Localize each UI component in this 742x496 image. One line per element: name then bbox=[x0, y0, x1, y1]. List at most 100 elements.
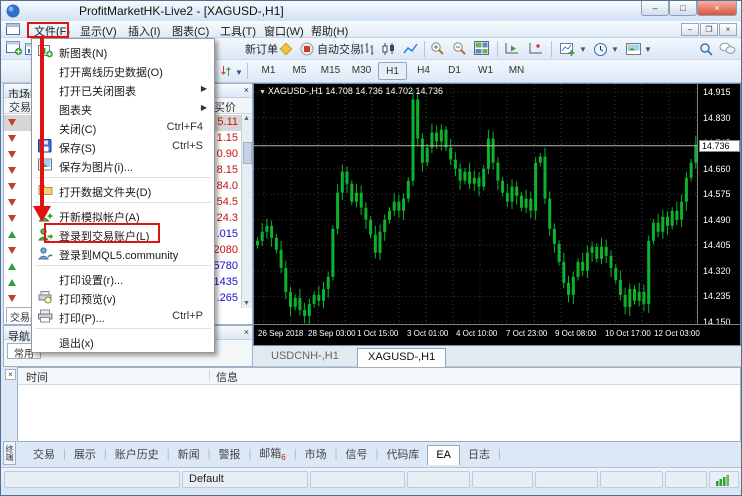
terminal-tab-4[interactable]: 警报 bbox=[210, 443, 248, 465]
menu-help[interactable]: 帮助(H) bbox=[304, 22, 355, 37]
periods-dropdown[interactable]: ▼ bbox=[590, 40, 622, 58]
terminal-tab-6[interactable]: 市场 bbox=[297, 443, 335, 465]
terminal-tab-ea[interactable]: EA bbox=[427, 445, 460, 465]
indicators-dropdown[interactable]: ▼ bbox=[557, 40, 590, 58]
menu-window[interactable]: 窗口(W) bbox=[257, 22, 311, 37]
menu-item[interactable]: 登录到MQL5.community bbox=[33, 244, 213, 263]
menu-item[interactable]: 退出(x) bbox=[33, 332, 213, 351]
timeframe-m30[interactable]: M30 bbox=[347, 62, 376, 80]
terminal-tab-0[interactable]: 交易 bbox=[25, 443, 63, 465]
title-bar: ProfitMarketHK-Live2 - [XAGUSD-,H1] – □ … bbox=[1, 1, 742, 21]
menu-item[interactable]: 打印预览(v) bbox=[33, 288, 213, 307]
terminal-side-strip: × 终端 bbox=[3, 367, 17, 465]
child-close-button[interactable]: × bbox=[719, 23, 737, 36]
bid-column-header[interactable]: 买价 bbox=[214, 99, 236, 115]
menu-item-label: 打印(P)... bbox=[59, 310, 105, 326]
minimize-button[interactable]: – bbox=[641, 1, 669, 16]
up-arrow-icon bbox=[8, 263, 16, 270]
timeframe-mn[interactable]: MN bbox=[502, 62, 531, 80]
search-icon[interactable] bbox=[699, 42, 713, 61]
menu-insert[interactable]: 插入(I) bbox=[121, 22, 167, 37]
menu-item-shortcut: Ctrl+F4 bbox=[167, 121, 203, 133]
terminal-tab-3[interactable]: 新闻 bbox=[170, 443, 208, 465]
app-logo-icon bbox=[6, 4, 20, 18]
terminal-tab-1[interactable]: 展示 bbox=[66, 443, 104, 465]
window-title: ProfitMarketHK-Live2 - [XAGUSD-,H1] bbox=[79, 4, 284, 18]
timeframe-m5[interactable]: M5 bbox=[285, 62, 314, 80]
menu-item[interactable]: 保存(S)Ctrl+S bbox=[33, 137, 213, 156]
navigator-close-icon[interactable]: × bbox=[244, 327, 249, 337]
restore-button[interactable]: □ bbox=[669, 1, 697, 16]
terminal-tab-2[interactable]: 账户历史 bbox=[107, 443, 167, 465]
timeframe-w1[interactable]: W1 bbox=[471, 62, 500, 80]
auto-scroll-icon[interactable] bbox=[504, 42, 520, 61]
menu-item[interactable]: 打印设置(r)... bbox=[33, 269, 213, 288]
terminal-close-icon[interactable]: × bbox=[5, 369, 16, 380]
market-watch-close-icon[interactable]: × bbox=[244, 85, 249, 95]
scroll-up-icon[interactable]: ▲ bbox=[243, 115, 250, 122]
printer-icon bbox=[38, 309, 53, 324]
time-column-header[interactable]: 时间 bbox=[26, 369, 48, 385]
child-window-icon[interactable] bbox=[6, 23, 22, 36]
terminal-tab-7[interactable]: 信号 bbox=[337, 443, 375, 465]
tile-windows-icon[interactable] bbox=[474, 41, 489, 60]
line-chart-icon[interactable] bbox=[403, 42, 419, 61]
timeframe-d1[interactable]: D1 bbox=[440, 62, 469, 80]
zoom-in-icon[interactable] bbox=[430, 41, 445, 61]
timeframe-m1[interactable]: M1 bbox=[254, 62, 283, 80]
terminal-tab-8[interactable]: 代码库 bbox=[378, 443, 427, 465]
menu-item[interactable]: 打印(P)...Ctrl+P bbox=[33, 307, 213, 326]
chart-tab-xagusdh1[interactable]: XAGUSD-,H1 bbox=[357, 348, 446, 367]
timeframe-h1[interactable]: H1 bbox=[378, 62, 407, 80]
down-arrow-icon bbox=[8, 167, 16, 174]
templates-dropdown[interactable]: ▼ bbox=[623, 40, 655, 58]
status-profile[interactable]: Default bbox=[182, 471, 308, 488]
menu-item[interactable]: 打开数据文件夹(D) bbox=[33, 181, 213, 200]
terminal-tab-10[interactable]: 日志 bbox=[460, 443, 498, 465]
terminal-tab-5[interactable]: 邮箱6 bbox=[251, 442, 293, 465]
chart-window[interactable]: ▼ XAGUSD-,H1 14.708 14.736 14.702 14.736… bbox=[253, 83, 741, 346]
child-minimize-button[interactable]: – bbox=[681, 23, 699, 36]
menu-tools[interactable]: 工具(T) bbox=[213, 22, 263, 37]
new-order-button[interactable]: 新订单 bbox=[242, 40, 281, 58]
menu-item[interactable]: 关闭(C)Ctrl+F4 bbox=[33, 118, 213, 137]
bar-chart-icon[interactable] bbox=[359, 42, 375, 61]
menu-item[interactable]: 图表夹▶ bbox=[33, 99, 213, 118]
chart-shift-icon[interactable] bbox=[528, 42, 544, 61]
updown-arrows-icon[interactable] bbox=[220, 64, 232, 83]
new-chart-icon[interactable] bbox=[6, 41, 23, 61]
terminal-side-tab[interactable]: 终端 bbox=[3, 441, 16, 465]
scroll-thumb[interactable] bbox=[243, 142, 252, 164]
clock-icon bbox=[593, 42, 608, 57]
menu-charts[interactable]: 图表(C) bbox=[165, 22, 216, 37]
menu-item[interactable]: 打开离线历史数据(O) bbox=[33, 61, 213, 80]
message-column-header[interactable]: 信息 bbox=[216, 369, 238, 385]
market-watch-scrollbar[interactable]: ▲ ▼ bbox=[241, 114, 252, 308]
close-button[interactable]: × bbox=[697, 1, 737, 16]
bid-price: 5.11 bbox=[217, 116, 238, 128]
menu-item[interactable]: 保存为图片(i)... bbox=[33, 156, 213, 175]
menu-item[interactable]: 打开已关闭图表▶ bbox=[33, 80, 213, 99]
time-tick-label: 3 Oct 01:00 bbox=[407, 329, 448, 338]
timeframe-m15[interactable]: M15 bbox=[316, 62, 345, 80]
timeframe-h4[interactable]: H4 bbox=[409, 62, 438, 80]
chart-ohlc-header: XAGUSD-,H1 14.708 14.736 14.702 14.736 bbox=[268, 86, 443, 96]
menu-item[interactable]: 新图表(N) bbox=[33, 42, 213, 61]
price-tick-label: 14.235 bbox=[703, 291, 731, 301]
chat-icon[interactable] bbox=[719, 42, 736, 60]
price-axis: 14.91514.83014.74514.66014.57514.49014.4… bbox=[697, 84, 741, 324]
zoom-out-icon[interactable] bbox=[452, 41, 467, 61]
scroll-down-icon[interactable]: ▼ bbox=[243, 300, 250, 307]
price-tick-label: 14.830 bbox=[703, 113, 731, 123]
down-arrow-icon bbox=[8, 215, 16, 222]
chart-collapse-icon[interactable]: ▼ bbox=[259, 89, 268, 96]
menu-view[interactable]: 显示(V) bbox=[73, 22, 124, 37]
application-window: ProfitMarketHK-Live2 - [XAGUSD-,H1] – □ … bbox=[0, 0, 742, 496]
menu-item-label: 打开已关闭图表 bbox=[59, 83, 136, 99]
metaeditor-icon[interactable] bbox=[278, 41, 293, 61]
child-restore-button[interactable]: ❐ bbox=[700, 23, 718, 36]
chart-tab-usdcnhh1[interactable]: USDCNH-,H1 bbox=[261, 348, 349, 367]
chevron-down-icon[interactable]: ▼ bbox=[235, 68, 243, 77]
candlestick-chart[interactable] bbox=[254, 84, 697, 324]
candlestick-icon[interactable] bbox=[381, 42, 397, 61]
